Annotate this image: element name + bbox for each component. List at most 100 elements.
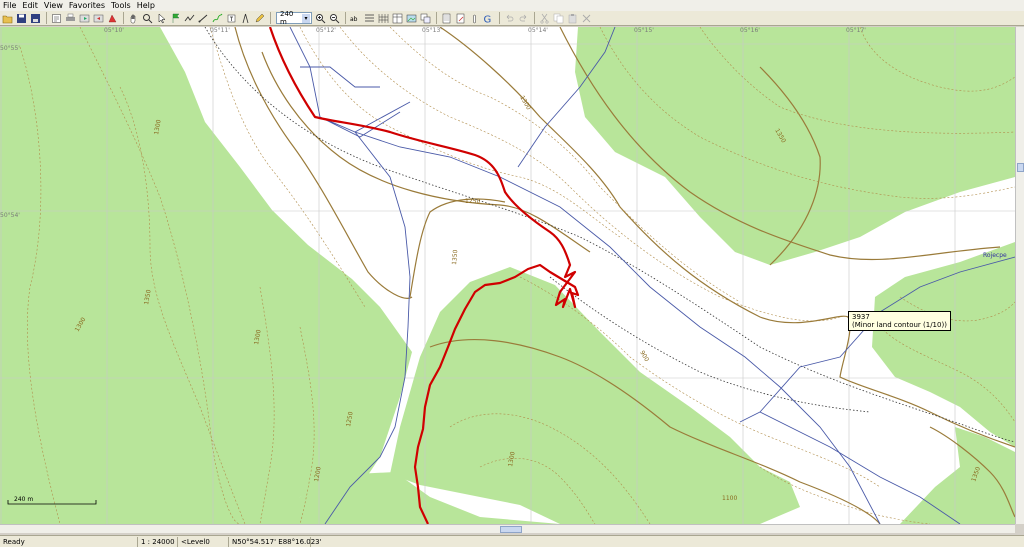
map-feature-tooltip: 3937 (Minor land contour (1/10)) bbox=[848, 311, 951, 331]
grid-label-left: 50°55' bbox=[0, 45, 20, 52]
map-canvas[interactable]: 1300 1350 1300 1350 1300 1250 1350 1300 … bbox=[0, 27, 1015, 524]
receive-icon bbox=[93, 14, 104, 22]
document-icon bbox=[442, 13, 451, 23]
svg-text:ab: ab bbox=[350, 16, 358, 23]
zoom-out-button[interactable] bbox=[328, 12, 341, 24]
save-as-icon bbox=[31, 13, 40, 23]
select-tool[interactable] bbox=[155, 12, 168, 24]
zoom-in-icon bbox=[316, 13, 326, 23]
zoom-tool[interactable] bbox=[141, 12, 154, 24]
status-map-scale: 1 : 24000 bbox=[137, 537, 175, 547]
draw-tool[interactable] bbox=[253, 12, 266, 24]
grid-label-top: 05°12' bbox=[316, 27, 336, 34]
elevation-label: 1100 bbox=[722, 495, 737, 502]
menu-favorites[interactable]: Favorites bbox=[68, 0, 110, 11]
printer-icon bbox=[66, 13, 75, 21]
tooltip-description: (Minor land contour (1/10)) bbox=[852, 321, 947, 329]
pointer-icon bbox=[158, 12, 166, 23]
send-button[interactable] bbox=[78, 12, 91, 24]
save-as-button[interactable] bbox=[29, 12, 42, 24]
redo-icon bbox=[519, 14, 527, 21]
print-button[interactable] bbox=[64, 12, 77, 24]
toolbar-separator bbox=[270, 12, 271, 24]
status-coordinates: N50°54.517' E88°16.023' bbox=[228, 537, 322, 547]
image-icon bbox=[406, 14, 417, 22]
toolbar-separator bbox=[46, 12, 47, 24]
copy-button[interactable] bbox=[552, 12, 565, 24]
zoom-scale-select[interactable]: 240 m ▾ bbox=[276, 10, 312, 26]
grid-label-top: 05°10' bbox=[104, 27, 124, 34]
elevation-label: 1300 bbox=[518, 95, 532, 112]
label-icon bbox=[227, 14, 236, 22]
edit-document-button[interactable] bbox=[454, 12, 467, 24]
table-button[interactable] bbox=[391, 12, 404, 24]
menu-tools[interactable]: Tools bbox=[110, 0, 136, 11]
properties-button[interactable] bbox=[50, 12, 63, 24]
google-earth-button[interactable]: G bbox=[482, 12, 495, 24]
grid-button[interactable] bbox=[377, 12, 390, 24]
toolbar-separator bbox=[534, 12, 535, 24]
zoom-scale-value: 240 m bbox=[280, 10, 294, 26]
waypoint-tool[interactable] bbox=[169, 12, 182, 24]
toolbar: 240 m ▾ ab G bbox=[0, 10, 1024, 26]
menu-help[interactable]: Help bbox=[136, 0, 160, 11]
grid-label-top: 05°15' bbox=[634, 27, 654, 34]
distance-tool[interactable] bbox=[239, 12, 252, 24]
image-button[interactable] bbox=[405, 12, 418, 24]
info-button[interactable] bbox=[468, 12, 481, 24]
receive-button[interactable] bbox=[92, 12, 105, 24]
measure-icon bbox=[198, 14, 208, 22]
status-level: <Level0 bbox=[177, 537, 210, 547]
track-icon bbox=[212, 13, 223, 22]
menu-view[interactable]: View bbox=[43, 0, 68, 11]
copy-image-button[interactable] bbox=[419, 12, 432, 24]
google-earth-icon: G bbox=[484, 14, 492, 24]
elevation-label: 1250 bbox=[465, 198, 480, 205]
waypoint-flag-icon bbox=[172, 13, 180, 23]
paste-icon bbox=[568, 13, 577, 23]
paste-button[interactable] bbox=[566, 12, 579, 24]
detail-button[interactable] bbox=[363, 12, 376, 24]
cut-button[interactable] bbox=[538, 12, 551, 24]
topo-map: 1300 1350 1300 1350 1300 1250 1350 1300 … bbox=[0, 27, 1015, 524]
track-tool[interactable] bbox=[211, 12, 224, 24]
document-button[interactable] bbox=[440, 12, 453, 24]
horizontal-scrollbar[interactable] bbox=[0, 524, 1015, 533]
svg-text:G: G bbox=[484, 14, 492, 24]
app-window: File Edit View Favorites Tools Help 240 … bbox=[0, 0, 1024, 547]
features-button[interactable] bbox=[106, 12, 119, 24]
vertical-scrollbar[interactable] bbox=[1015, 27, 1024, 524]
chevron-down-icon[interactable]: ▾ bbox=[302, 13, 310, 23]
pencil-icon bbox=[255, 13, 265, 22]
send-icon bbox=[79, 14, 90, 22]
save-button[interactable] bbox=[15, 12, 28, 24]
menu-bar: File Edit View Favorites Tools Help bbox=[0, 0, 1024, 11]
compass-icon bbox=[242, 13, 249, 23]
detail-icon bbox=[365, 14, 374, 21]
measure-tool[interactable] bbox=[197, 12, 210, 24]
edit-document-icon bbox=[456, 13, 465, 23]
route-icon bbox=[184, 14, 195, 21]
map-layers-button[interactable]: ab bbox=[349, 12, 362, 24]
text-tool[interactable] bbox=[225, 12, 238, 24]
scale-bar-label: 240 m bbox=[14, 496, 33, 503]
floppy-icon bbox=[17, 13, 26, 23]
toolbar-separator bbox=[436, 12, 437, 24]
map-features-icon bbox=[108, 14, 117, 22]
zoom-in-button[interactable] bbox=[314, 12, 327, 24]
menu-file[interactable]: File bbox=[2, 0, 21, 11]
status-ready: Ready bbox=[3, 538, 25, 546]
magnifier-icon bbox=[143, 13, 153, 23]
horizontal-scroll-thumb[interactable] bbox=[500, 526, 522, 533]
delete-button[interactable] bbox=[580, 12, 593, 24]
menu-edit[interactable]: Edit bbox=[21, 0, 43, 11]
grid-icon bbox=[378, 13, 389, 23]
open-button[interactable] bbox=[1, 12, 14, 24]
route-tool[interactable] bbox=[183, 12, 196, 24]
scissors-icon bbox=[540, 13, 549, 24]
vertical-scroll-thumb[interactable] bbox=[1017, 163, 1024, 172]
pan-tool[interactable] bbox=[127, 12, 140, 24]
redo-button[interactable] bbox=[517, 12, 530, 24]
status-separator bbox=[310, 537, 311, 547]
undo-button[interactable] bbox=[503, 12, 516, 24]
